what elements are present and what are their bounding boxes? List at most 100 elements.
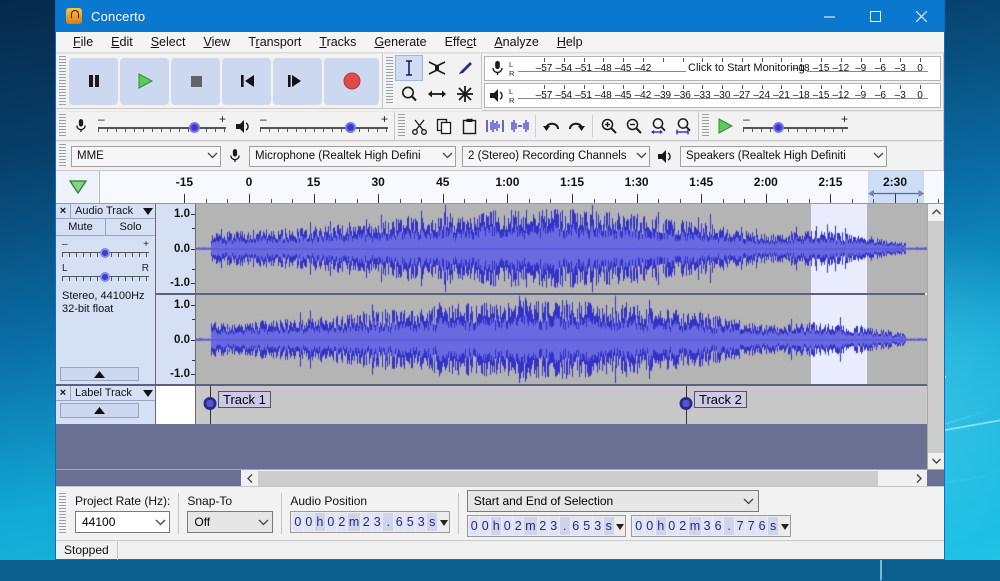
time-digit[interactable]: 0: [634, 517, 644, 535]
time-digit[interactable]: 0: [502, 517, 512, 535]
snap-to-select[interactable]: Off: [187, 511, 273, 533]
scroll-left-button[interactable]: [241, 470, 258, 487]
menu-tracks[interactable]: Tracks: [310, 34, 365, 50]
pin-play-head-button[interactable]: [56, 171, 100, 204]
menu-analyze[interactable]: Analyze: [485, 34, 547, 50]
play-speed-slider[interactable]: – +: [743, 115, 848, 137]
horizontal-scroll-thumb[interactable]: [258, 471, 878, 486]
audio-track[interactable]: × Audio Track Mute Solo – +: [56, 204, 927, 384]
time-unit[interactable]: s: [427, 513, 437, 531]
label-track-name[interactable]: Label Track: [71, 387, 141, 399]
time-digit[interactable]: 6: [571, 517, 581, 535]
time-unit[interactable]: s: [604, 517, 614, 535]
close-track-button[interactable]: ×: [56, 204, 71, 219]
menu-transport[interactable]: Transport: [239, 34, 310, 50]
selection-end-field[interactable]: 00h02m36.776s: [631, 515, 790, 537]
scroll-down-button[interactable]: [928, 453, 945, 470]
maximize-button[interactable]: [852, 0, 898, 32]
solo-button[interactable]: Solo: [106, 219, 155, 235]
recording-channels-select[interactable]: 2 (Stereo) Recording Channels: [462, 146, 650, 167]
menu-generate[interactable]: Generate: [365, 34, 435, 50]
trim-outside-selection-button[interactable]: [482, 114, 507, 139]
vertical-scroll-thumb[interactable]: [928, 221, 945, 453]
label-track-canvas[interactable]: Track 1 Track 2: [196, 386, 927, 424]
timeline-ruler[interactable]: -1501530451:001:151:301:452:002:152:302:…: [100, 171, 944, 204]
fit-project-button[interactable]: [671, 114, 696, 139]
time-unit[interactable]: m: [524, 517, 536, 535]
horizontal-scrollbar[interactable]: [241, 470, 927, 487]
chevron-down-icon[interactable]: [616, 517, 624, 535]
time-digit[interactable]: 5: [582, 517, 592, 535]
input-volume-slider[interactable]: – +: [98, 115, 226, 137]
time-digit[interactable]: 2: [538, 517, 548, 535]
skip-to-start-button[interactable]: [222, 58, 271, 105]
time-digit[interactable]: 0: [667, 517, 677, 535]
transport-grip[interactable]: [59, 56, 66, 106]
label-chip[interactable]: Track 2: [694, 391, 747, 408]
triangle-down-icon[interactable]: [141, 390, 155, 397]
pan-slider[interactable]: L R: [62, 264, 149, 284]
audio-host-select[interactable]: MME: [71, 146, 221, 167]
time-digit[interactable]: 3: [372, 513, 382, 531]
label-track-panel[interactable]: × Label Track: [56, 386, 156, 424]
project-rate-select[interactable]: 44100: [75, 511, 170, 533]
gain-thumb[interactable]: [100, 248, 110, 258]
menu-select[interactable]: Select: [142, 34, 195, 50]
waveform-right-channel[interactable]: [196, 295, 927, 384]
vertical-scrollbar[interactable]: [927, 204, 944, 469]
selection-start-field[interactable]: 00h02m23.653s: [467, 515, 626, 537]
time-unit[interactable]: h: [315, 513, 325, 531]
time-digit[interactable]: 0: [293, 513, 303, 531]
menu-edit[interactable]: Edit: [102, 34, 142, 50]
time-unit[interactable]: .: [383, 513, 393, 531]
time-unit[interactable]: m: [689, 517, 701, 535]
gain-slider[interactable]: – +: [62, 240, 149, 260]
zoom-in-button[interactable]: [596, 114, 621, 139]
envelope-tool[interactable]: [423, 55, 451, 81]
time-digit[interactable]: 0: [326, 513, 336, 531]
time-digit[interactable]: 2: [678, 517, 688, 535]
time-digit[interactable]: 0: [645, 517, 655, 535]
output-volume-slider[interactable]: – +: [260, 115, 388, 137]
time-digit[interactable]: 3: [593, 517, 603, 535]
label-track[interactable]: × Label Track Track 1: [56, 386, 927, 424]
close-button[interactable]: [898, 0, 944, 32]
time-digit[interactable]: 2: [513, 517, 523, 535]
time-digit[interactable]: 2: [361, 513, 371, 531]
label-chip[interactable]: Track 1: [218, 391, 271, 408]
time-unit[interactable]: h: [491, 517, 501, 535]
label-handle[interactable]: [204, 397, 217, 410]
collapse-label-track-button[interactable]: [60, 403, 139, 418]
copy-button[interactable]: [432, 114, 457, 139]
time-unit[interactable]: .: [724, 517, 734, 535]
triangle-down-icon[interactable]: [141, 208, 155, 215]
device-grip[interactable]: [59, 144, 66, 168]
time-digit[interactable]: 7: [735, 517, 745, 535]
draw-tool[interactable]: [451, 55, 479, 81]
chevron-down-icon[interactable]: [440, 513, 448, 531]
tools-grip[interactable]: [386, 57, 393, 105]
waveform-left-channel[interactable]: [196, 204, 927, 293]
collapse-track-button[interactable]: [60, 367, 139, 381]
playback-device-select[interactable]: Speakers (Realtek High Definiti: [680, 146, 887, 167]
time-digit[interactable]: 6: [757, 517, 767, 535]
zoom-tool[interactable]: [395, 81, 423, 107]
play-meter[interactable]: LR –57–54–51–48–45–42–39–36–33–30–27–24–…: [484, 83, 941, 108]
selection-drag-arrows[interactable]: [868, 188, 925, 199]
cut-button[interactable]: [407, 114, 432, 139]
selection-tool[interactable]: [395, 55, 423, 81]
time-unit[interactable]: m: [348, 513, 360, 531]
menu-effect[interactable]: Effect: [436, 34, 486, 50]
label-handle[interactable]: [680, 397, 693, 410]
audio-position-field[interactable]: 00h02m23.653s: [290, 511, 449, 533]
paste-button[interactable]: [457, 114, 482, 139]
pause-button[interactable]: [69, 58, 118, 105]
close-track-button[interactable]: ×: [56, 386, 71, 401]
zoom-out-button[interactable]: [621, 114, 646, 139]
time-digit[interactable]: 0: [480, 517, 490, 535]
edit-grip[interactable]: [398, 114, 405, 138]
time-digit[interactable]: 7: [746, 517, 756, 535]
time-digit[interactable]: 5: [405, 513, 415, 531]
selection-toolbar-grip[interactable]: [59, 493, 66, 534]
time-digit[interactable]: 6: [713, 517, 723, 535]
